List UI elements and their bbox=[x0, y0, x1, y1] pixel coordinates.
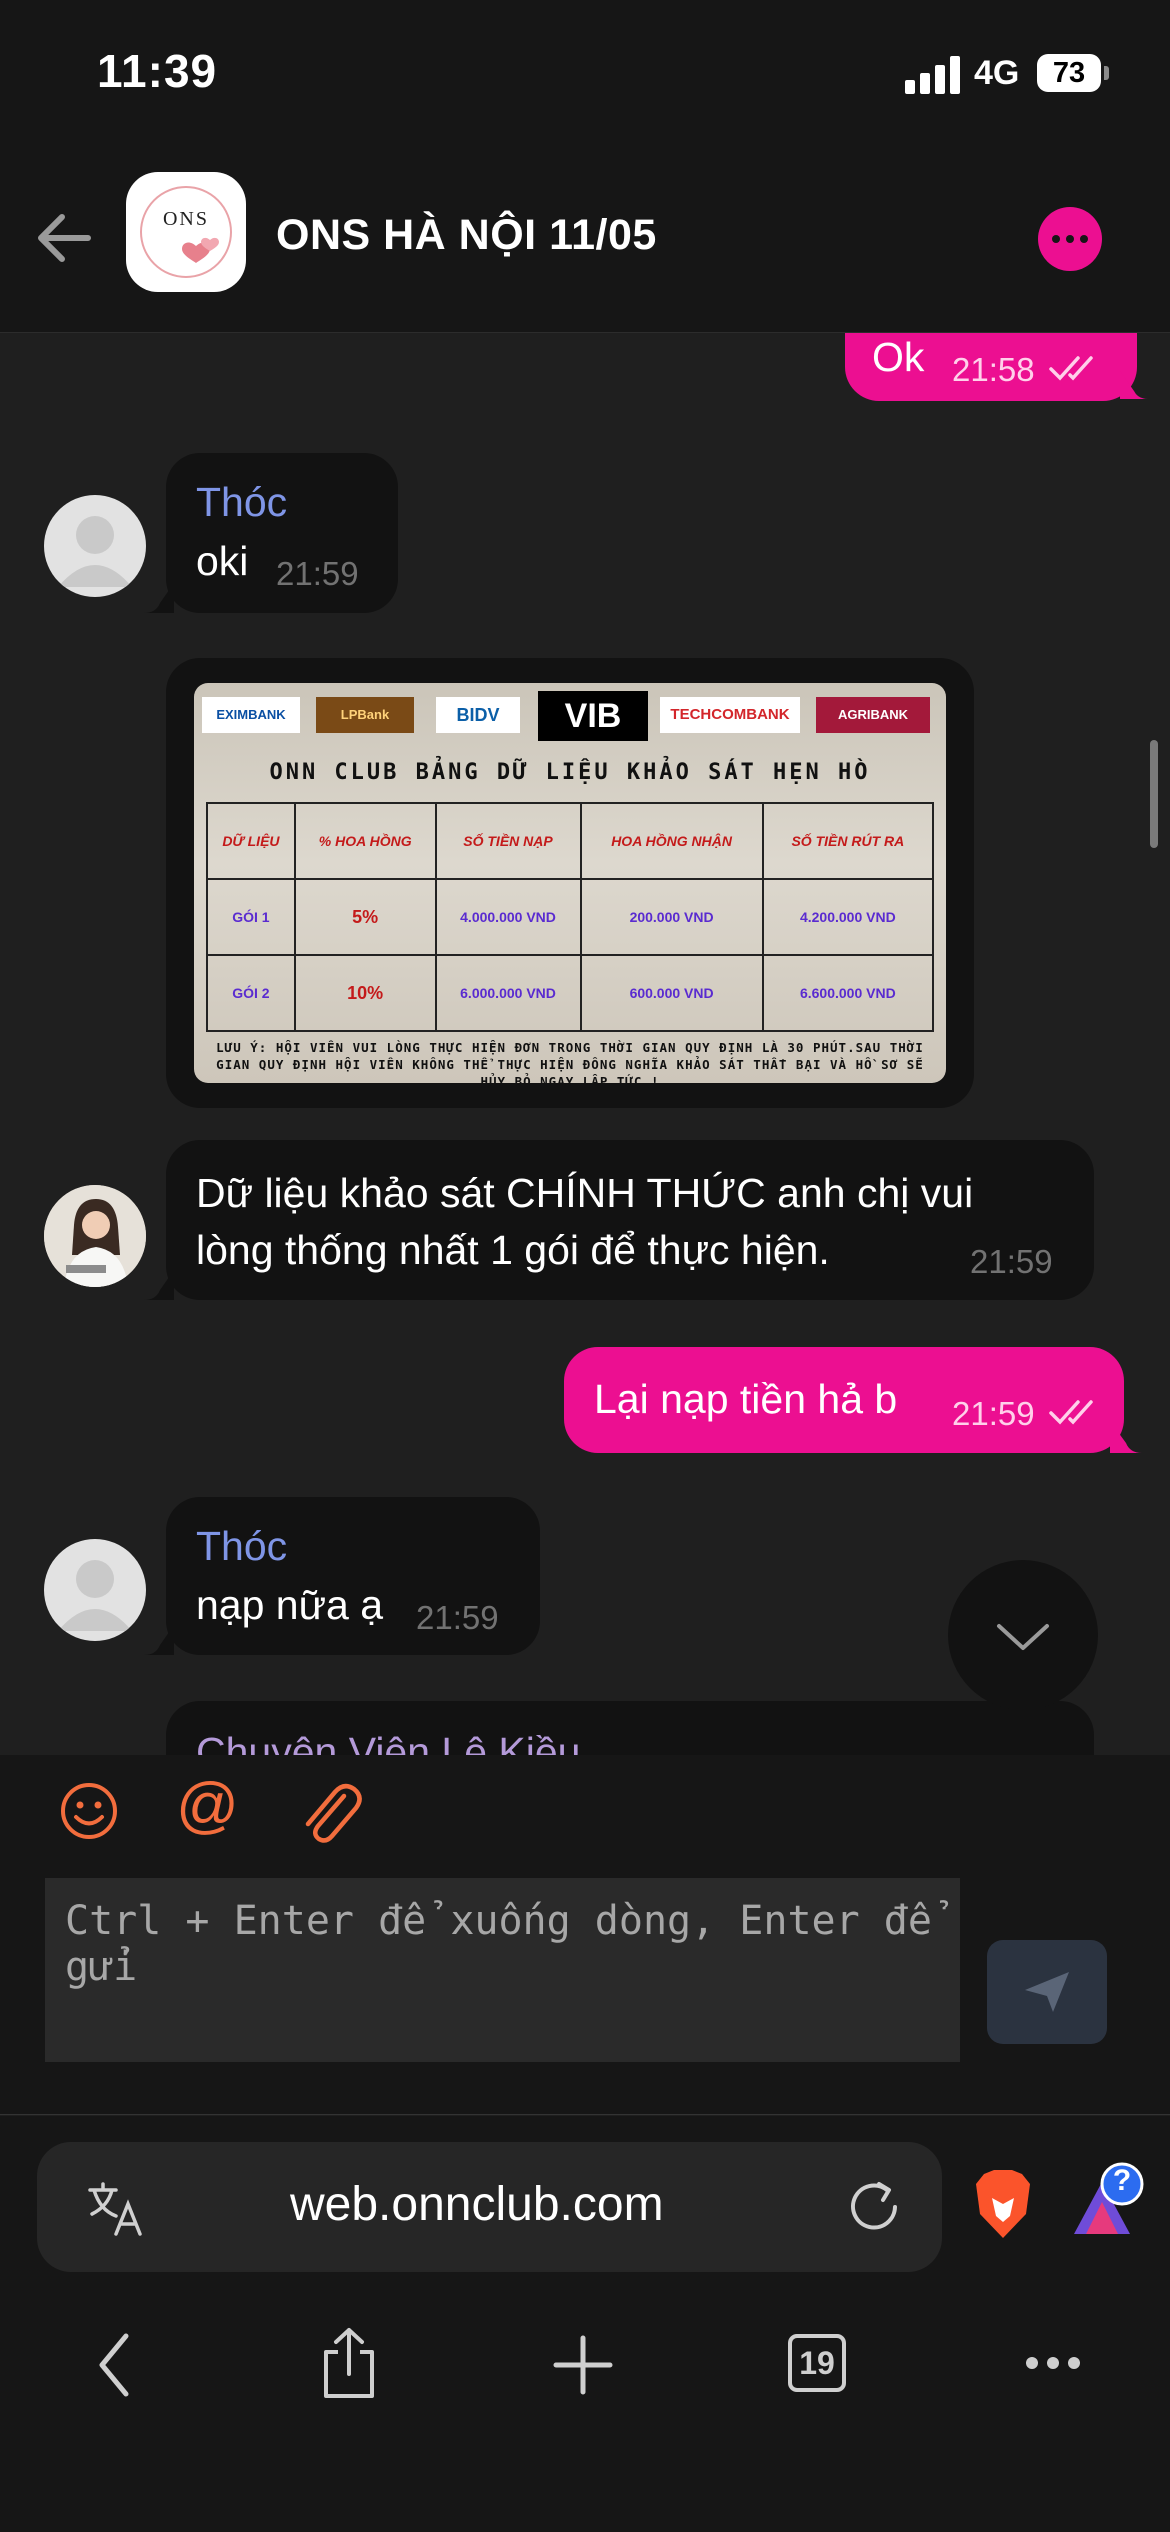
table-cell: 4.000.000 VND bbox=[434, 878, 582, 956]
message-list[interactable]: Ok 21:58 Thóc oki 21:59 EXIMBANK LPBank … bbox=[0, 333, 1170, 1755]
menu-icon[interactable] bbox=[1024, 2350, 1082, 2376]
emoji-icon[interactable] bbox=[58, 1780, 120, 1842]
message-text: Dữ liệu khảo sát CHÍNH THỨC anh chị vui bbox=[196, 1170, 974, 1216]
message-time: 21:59 bbox=[276, 555, 359, 592]
table-header: % HOA HỒNG bbox=[293, 802, 437, 880]
message-time: 21:59 bbox=[416, 1599, 499, 1636]
message-input[interactable] bbox=[45, 1878, 960, 2062]
read-ticks-icon bbox=[1049, 356, 1093, 381]
network-type: 4G bbox=[974, 54, 1020, 92]
brave-icon[interactable] bbox=[972, 2168, 1034, 2240]
survey-heading: ONN CLUB BẢNG DỮ LIỆU KHẢO SÁT HẸN HÒ bbox=[269, 760, 871, 785]
avatar[interactable] bbox=[44, 495, 146, 597]
table-header: DỮ LIỆU bbox=[206, 802, 296, 880]
sender-name[interactable]: Chuyên Viên Lê Kiều bbox=[196, 1729, 580, 1755]
attach-icon[interactable] bbox=[296, 1780, 364, 1848]
survey-table: DỮ LIỆU % HOA HỒNG SỐ TIỀN NẠP HOA HỒNG … bbox=[206, 802, 935, 1032]
message-text: lòng thống nhất 1 gói để thực hiện. bbox=[196, 1227, 830, 1273]
signal-icon bbox=[905, 56, 961, 94]
message-text: oki bbox=[196, 538, 249, 584]
table-cell: 6.600.000 VND bbox=[761, 954, 935, 1032]
translate-icon[interactable] bbox=[86, 2180, 144, 2238]
share-icon[interactable] bbox=[318, 2326, 380, 2400]
url-text[interactable]: web.onnclub.com bbox=[290, 2177, 664, 2232]
message-time: 21:59 bbox=[952, 1395, 1035, 1432]
bank-logo: LPBank bbox=[316, 697, 414, 733]
table-cell: 10% bbox=[293, 954, 437, 1032]
avatar[interactable] bbox=[44, 1539, 146, 1641]
new-tab-icon[interactable] bbox=[552, 2334, 614, 2396]
survey-note: LƯU Ý: HỘI VIÊN VUI LÒNG THỰC HIỆN ĐƠN T… bbox=[216, 1040, 924, 1083]
chevron-down-icon bbox=[997, 1624, 1049, 1650]
battery-tip bbox=[1104, 66, 1109, 80]
read-ticks-icon bbox=[1049, 1400, 1093, 1425]
group-avatar[interactable]: ONS bbox=[126, 172, 246, 292]
table-cell: GÓI 1 bbox=[206, 878, 296, 956]
battery-icon: 73 bbox=[1037, 54, 1101, 92]
message-text: nạp nữa ạ bbox=[196, 1582, 384, 1628]
back-arrow-icon[interactable] bbox=[30, 203, 100, 273]
table-cell: 200.000 VND bbox=[579, 878, 764, 956]
browser-back-icon[interactable] bbox=[90, 2330, 140, 2400]
message-time: 21:59 bbox=[970, 1243, 1053, 1280]
bubble-tail bbox=[144, 1625, 174, 1655]
message-text: Lại nạp tiền hả b bbox=[594, 1376, 898, 1422]
reload-icon[interactable] bbox=[845, 2178, 903, 2236]
table-cell: GÓI 2 bbox=[206, 954, 296, 1032]
bubble-tail bbox=[1110, 1421, 1142, 1453]
bank-logo: EXIMBANK bbox=[202, 697, 300, 733]
table-cell: 5% bbox=[293, 878, 437, 956]
bubble-tail bbox=[144, 583, 174, 613]
survey-image[interactable]: EXIMBANK LPBank BIDV VIB TECHCOMBANK AGR… bbox=[194, 683, 946, 1083]
group-avatar-text: ONS bbox=[162, 208, 209, 230]
bank-logo: AGRIBANK bbox=[816, 697, 930, 733]
table-cell: 4.200.000 VND bbox=[761, 878, 935, 956]
status-time: 11:39 bbox=[97, 45, 218, 97]
rewards-badge: ? bbox=[1112, 2164, 1132, 2197]
message-text: Ok bbox=[872, 334, 925, 380]
sender-name[interactable]: Thóc bbox=[196, 479, 287, 526]
scrollbar[interactable] bbox=[1150, 740, 1158, 848]
send-icon bbox=[1025, 1972, 1069, 2012]
send-button[interactable] bbox=[987, 1940, 1107, 2044]
tabs-button[interactable]: 19 bbox=[788, 2334, 846, 2392]
chat-title[interactable]: ONS HÀ NỘI 11/05 bbox=[276, 211, 657, 260]
table-cell: 600.000 VND bbox=[579, 954, 764, 1032]
avatar[interactable] bbox=[44, 1185, 146, 1287]
table-header: SỐ TIỀN RÚT RA bbox=[761, 802, 935, 880]
table-header: HOA HỒNG NHẬN bbox=[579, 802, 764, 880]
sender-name[interactable]: Thóc bbox=[196, 1523, 287, 1570]
bank-logo: TECHCOMBANK bbox=[660, 697, 800, 733]
chat-header: ONS ONS HÀ NỘI 11/05 bbox=[0, 145, 1170, 333]
scroll-down-button[interactable] bbox=[948, 1560, 1098, 1710]
bank-logo: BIDV bbox=[436, 697, 520, 733]
mention-icon[interactable]: @ bbox=[176, 1770, 239, 1841]
table-cell: 6.000.000 VND bbox=[434, 954, 582, 1032]
message-time: 21:58 bbox=[952, 351, 1035, 388]
bubble-tail bbox=[1120, 371, 1148, 399]
table-header: SỐ TIỀN NẠP bbox=[434, 802, 582, 880]
bank-logo: VIB bbox=[538, 691, 648, 741]
bubble-tail bbox=[144, 1270, 174, 1300]
more-icon[interactable] bbox=[1038, 207, 1102, 271]
